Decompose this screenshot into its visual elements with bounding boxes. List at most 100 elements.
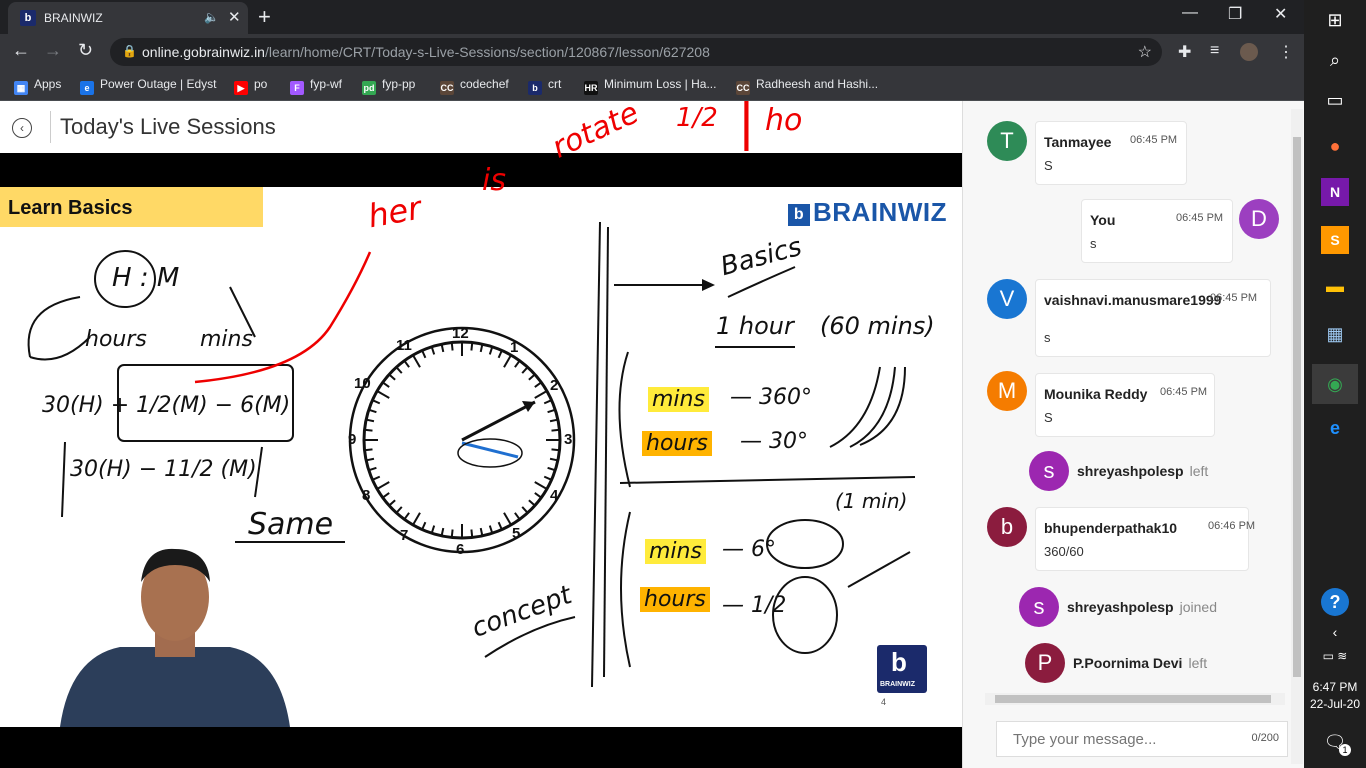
video-player[interactable]: Learn Basics b BRAINWIZ H: M hours mins… [0,93,962,768]
clock-tick [528,499,535,506]
message-text: s [1090,236,1097,251]
clock-tick [396,367,403,374]
firefox-icon[interactable]: ● [1321,132,1349,160]
clock-tick [503,512,512,525]
chat-message: You 06:45 PM s [1081,199,1233,263]
media-queue-icon[interactable]: ≡ [1210,42,1219,60]
lock-icon: 🔒 [122,44,137,58]
back-circle-icon[interactable]: ‹ [12,118,32,138]
bookmark-item[interactable]: CC Radheesh and Hashi... [736,77,878,95]
message-time: 06:46 PM [1208,520,1256,532]
bookmark-favicon-icon: F [290,81,304,95]
windows-start-icon[interactable]: ⊞ [1321,6,1349,34]
bookmark-star-icon[interactable]: ☆ [1138,42,1152,62]
clock-num-2: 2 [550,377,559,394]
back-arrow-icon[interactable]: ← [12,40,30,61]
bookmark-label: Radheesh and Hashi... [756,77,879,91]
clock-tick [431,525,436,533]
notifications-icon[interactable]: 🗨 1 [1321,728,1351,756]
note-formula1: 30(H) + 1/2(M) − 6(M) [42,393,291,418]
bookmark-favicon-icon: HR [584,81,598,95]
bookmark-favicon-icon: ▦ [14,81,28,95]
chat-message-input[interactable] [1011,730,1235,749]
bookmark-item[interactable]: ▶ po [234,77,267,95]
bookmark-item[interactable]: b crt [528,77,561,95]
bookmark-label: fyp-pp [382,77,416,91]
clock-num-6: 6 [456,541,465,558]
bookmark-item[interactable]: HR Minimum Loss | Ha... [584,77,716,95]
tab-close-icon[interactable]: ✕ [228,8,241,26]
bookmark-item[interactable]: CC codechef [440,77,509,95]
red-note-ho: ho [765,103,803,138]
browser-tab[interactable]: b BRAINWIZ 🔈 ✕ [8,2,248,34]
tab-title: BRAINWIZ [44,11,103,25]
clock-tick [421,521,427,530]
note-hours: hours [85,327,147,352]
chat-input-box[interactable]: 0/200 [996,721,1288,757]
address-bar[interactable]: 🔒 online.gobrainwiz.in/learn/home/CRT/To… [110,38,1162,66]
file-explorer-icon[interactable]: ▬ [1321,272,1349,300]
page-header: ‹ Today's Live Sessions [0,101,962,153]
clock-tick [534,481,547,490]
close-window-icon[interactable]: ✕ [1274,4,1287,24]
restore-icon[interactable]: ❐ [1228,4,1242,24]
clock-tick [534,390,547,399]
minimize-icon[interactable]: — [1182,4,1198,22]
page-content: ‹ Today's Live Sessions Learn Basics b BR… [0,93,1305,768]
clock-tick [366,418,375,423]
clock-tick [514,360,520,368]
clock-tick [450,343,454,351]
speaker-icon[interactable]: 🔈 [204,10,219,24]
clock-time[interactable]: 6:47 PM [1304,680,1366,694]
message-text: S [1044,158,1053,173]
bookmark-label: fyp-wf [310,77,343,91]
new-tab-button[interactable]: + [258,4,271,30]
clock-tick [431,347,436,355]
reload-icon[interactable]: ↻ [78,40,93,61]
bookmark-item[interactable]: ▦ Apps [14,77,61,95]
avatar: D [1239,199,1279,239]
profile-avatar[interactable] [1240,43,1258,61]
extensions-puzzle-icon[interactable]: ✚ [1178,42,1191,62]
message-text: 360/60 [1044,544,1084,559]
menu-kebab-icon[interactable]: ⋮ [1278,42,1294,62]
task-view-icon[interactable]: ▭ [1321,86,1349,114]
tab-strip: b BRAINWIZ 🔈 ✕ + — ❐ ✕ [0,0,1304,34]
chat-horizontal-scrollbar[interactable] [985,693,1285,705]
clock-date[interactable]: 22-Jul-20 [1304,697,1366,711]
clock-tick [389,374,396,381]
clock-tick [440,344,445,353]
search-icon[interactable]: ⌕ [1321,46,1349,74]
clock-tick [366,457,375,462]
calculator-icon[interactable]: ▦ [1321,320,1349,348]
clock-tick [528,374,535,381]
note-one-hour: 1 hour [716,312,794,340]
clock-tick [412,512,421,525]
chat-message: Mounika Reddy 06:45 PM S [1035,373,1215,437]
clock-tick [497,521,503,530]
clock-tick [497,350,503,359]
bookmark-item[interactable]: Ffyp-wf [290,77,342,95]
bookmark-label: codechef [460,77,509,91]
sublime-icon[interactable]: S [1321,226,1349,254]
lecture-slide: Learn Basics b BRAINWIZ H: M hours mins… [0,187,962,727]
bookmark-item[interactable]: e Power Outage | Edyst [80,77,217,95]
chat-vertical-scrollbar[interactable] [1291,109,1303,764]
bookmark-favicon-icon: b [528,81,542,95]
bookmark-label: Power Outage | Edyst [100,77,217,91]
clock-num-8: 8 [362,487,371,504]
note-360: — 360° [730,385,812,410]
onenote-icon[interactable]: N [1321,178,1349,206]
battery-wifi-icon[interactable]: ▭ ≋ [1321,642,1349,670]
chat-panel: 0/200 T Tanmayee 06:45 PM S D You 06:45 PM s Vva… [962,101,1305,768]
clock-tick [547,466,555,471]
forward-arrow-icon[interactable]: → [44,40,62,61]
edge-icon[interactable]: e [1321,414,1349,442]
bookmark-item[interactable]: pd fyp-pp [362,77,415,95]
clock-tick [488,525,493,533]
clock-tick [543,475,552,481]
chrome-icon[interactable]: ◉ [1312,364,1358,404]
clock-num-1: 1 [510,339,519,356]
clock-tick [547,409,555,414]
help-icon[interactable]: ? [1321,588,1349,616]
